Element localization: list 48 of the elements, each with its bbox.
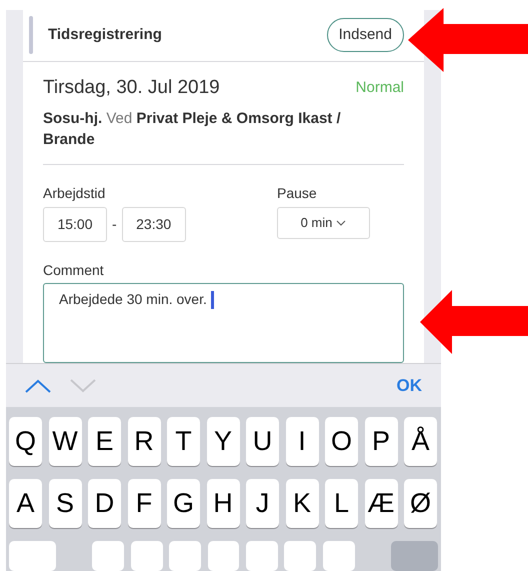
pause-dropdown[interactable]: 0 min [277,207,370,239]
keyboard-key[interactable]: Q [9,417,42,466]
keyboard-key[interactable]: P [364,417,398,466]
backspace-key[interactable] [390,541,438,571]
field-label: Pause [277,184,317,203]
keyboard-key[interactable]: L [325,479,358,528]
shift-description: Sosu-hj. Ved Privat Pleje & Omsorg Ikast / Brande [43,109,342,150]
shift-key[interactable] [9,541,56,571]
range-separator: - [112,215,117,234]
keyboard-key[interactable]: H [206,479,240,528]
keyboard-key[interactable]: E [88,417,121,466]
keyboard-key[interactable]: F [128,479,160,528]
time-field[interactable]: 23:30 [122,207,186,242]
page-title: Tidsregistrering [48,25,163,45]
keyboard-key[interactable]: S [48,479,82,528]
keyboard-key[interactable]: Y [206,417,240,466]
arrow-icon [420,290,528,354]
keyboard-key[interactable]: G [167,479,200,528]
keyboard-key[interactable] [169,541,202,571]
arrow-icon [408,8,528,72]
keyboard-key[interactable]: I [286,417,318,466]
keyboard-key[interactable]: O [325,417,358,466]
chevron-up-icon[interactable] [25,378,51,392]
keyboard-key[interactable]: Ø [404,479,437,528]
keyboard-key[interactable] [92,541,124,571]
time-field[interactable]: 15:00 [43,207,107,242]
comment-field[interactable]: Arbejdede 30 min. over. [43,283,404,363]
keyboard-key[interactable] [322,541,354,571]
keyboard-key[interactable]: K [286,479,318,528]
chevron-down-icon [336,220,346,226]
keyboard-key[interactable] [284,541,316,571]
keyboard-key[interactable]: T [167,417,200,466]
keyboard-key[interactable]: Å [404,417,437,466]
keyboard-key[interactable]: A [9,479,42,528]
keyboard-key[interactable]: W [48,417,82,466]
keyboard-key[interactable] [246,541,278,571]
keyboard-key[interactable]: D [88,479,121,528]
shift-type: Normal [356,78,404,98]
keyboard-key[interactable]: U [246,417,279,466]
field-label: Arbejdstid [43,184,106,203]
field-label: Comment [43,261,104,280]
keyboard-key[interactable]: Æ [364,479,398,528]
shift-date: Tirsdag, 30. Jul 2019 [43,76,220,100]
keyboard-key[interactable]: R [128,417,160,466]
keyboard-key[interactable]: J [246,479,279,528]
keyboard-key[interactable] [208,541,240,571]
submit-button[interactable]: Indsend [326,18,404,52]
keyboard-key[interactable] [130,541,163,571]
